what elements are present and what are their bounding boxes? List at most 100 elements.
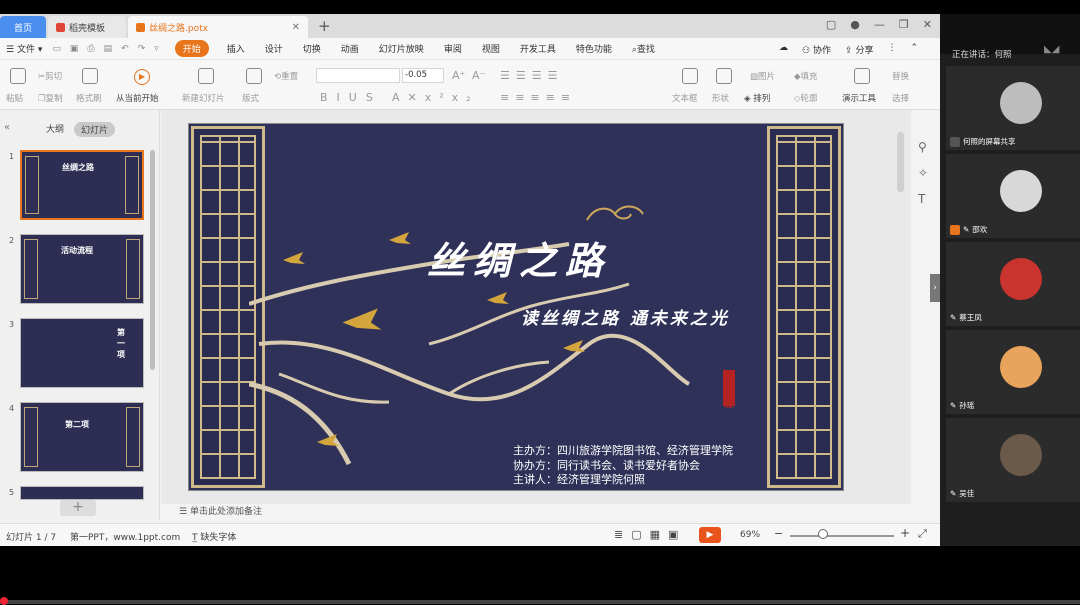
slide-credits[interactable]: 主办方：四川旅游学院图书馆、经济管理学院 协办方：同行读书会、读书爱好者协会 主… bbox=[513, 444, 733, 488]
format-painter-icon[interactable] bbox=[82, 68, 98, 84]
participant-tile[interactable]: 何照的屏幕共享 bbox=[946, 66, 1080, 150]
canvas-scrollbar[interactable] bbox=[897, 132, 904, 192]
slide-title[interactable]: 丝绸之路 bbox=[427, 230, 611, 285]
undo-icon[interactable]: ↶ bbox=[121, 44, 129, 54]
close-window-icon[interactable]: ✕ bbox=[923, 18, 932, 31]
participant-tile[interactable]: ✎ 孙瑶 bbox=[946, 330, 1080, 414]
participant-tile[interactable]: ✎ 吴佳 bbox=[946, 418, 1080, 502]
tab-home[interactable]: 首页 bbox=[0, 16, 46, 38]
menu-animation[interactable]: 动画 bbox=[341, 42, 359, 55]
zoom-level[interactable]: 69% bbox=[740, 530, 760, 540]
cut-button[interactable]: ✂剪切 bbox=[38, 70, 62, 82]
menu-design[interactable]: 设计 bbox=[265, 42, 283, 55]
zoom-in-icon[interactable]: + bbox=[900, 526, 910, 540]
shapes-icon[interactable] bbox=[716, 68, 732, 84]
slideshow-play-button[interactable]: ▶ bbox=[699, 527, 721, 543]
font-shrink-icon[interactable]: A⁻ bbox=[472, 69, 485, 82]
redo-icon[interactable]: ↷ bbox=[138, 44, 146, 54]
more-options-icon[interactable]: ⋮ bbox=[887, 43, 896, 56]
settings-sliders-icon[interactable]: ⚲ bbox=[918, 140, 927, 154]
picture-button[interactable]: ▨图片 bbox=[750, 70, 775, 82]
notes-area[interactable]: ☰ 单击此处添加备注 bbox=[161, 504, 911, 520]
play-icon[interactable]: ▶ bbox=[134, 69, 150, 85]
play-from-current-button[interactable]: 从当前开始 bbox=[116, 92, 159, 104]
video-progress-bar[interactable] bbox=[0, 600, 1080, 604]
preview-icon[interactable]: ▤ bbox=[104, 44, 113, 54]
present-tools-icon[interactable] bbox=[854, 68, 870, 84]
paste-button[interactable]: 粘贴 bbox=[6, 92, 23, 104]
zoom-slider-handle[interactable] bbox=[818, 529, 828, 539]
menu-insert[interactable]: 插入 bbox=[227, 42, 245, 55]
menu-view[interactable]: 视图 bbox=[482, 42, 500, 55]
tab-outline[interactable]: 大纲 bbox=[46, 122, 64, 135]
zoom-out-icon[interactable]: − bbox=[774, 527, 783, 540]
print-icon[interactable]: ⎙ bbox=[87, 44, 94, 54]
paragraph-icons[interactable]: ☰☰☰☰ bbox=[500, 69, 563, 82]
select-button[interactable]: 选择 bbox=[892, 92, 909, 104]
maximize-icon[interactable]: ❐ bbox=[899, 18, 909, 31]
slide-thumbnail-2[interactable]: 活动流程 bbox=[20, 234, 144, 304]
textbox-button[interactable]: 文本框 bbox=[672, 92, 698, 104]
new-slide-button[interactable]: 新建幻灯片 bbox=[182, 92, 225, 104]
participant-tile[interactable]: ✎ 蔡王凤 bbox=[946, 242, 1080, 326]
textbox-icon[interactable] bbox=[682, 68, 698, 84]
font-name-select[interactable] bbox=[316, 68, 400, 83]
layout-button[interactable]: 版式 bbox=[242, 92, 259, 104]
font-size-select[interactable]: -0.05 bbox=[402, 68, 444, 83]
format-painter-button[interactable]: 格式刷 bbox=[76, 92, 102, 104]
pin-icon[interactable]: ✧ bbox=[918, 166, 928, 180]
align-icons[interactable]: ≡≡≡≡≡ bbox=[500, 91, 576, 104]
tile-icon[interactable]: ▢ bbox=[826, 18, 836, 31]
new-tab-button[interactable]: + bbox=[318, 16, 331, 38]
fill-button[interactable]: ◆填充 bbox=[794, 70, 818, 82]
minimize-icon[interactable]: — bbox=[874, 18, 885, 31]
add-slide-button[interactable]: + bbox=[60, 500, 96, 516]
menu-search[interactable]: ⌕查找 bbox=[632, 42, 655, 55]
collapse-panel-icon[interactable]: « bbox=[4, 122, 10, 133]
user-avatar-icon[interactable]: ● bbox=[850, 18, 860, 31]
shapes-button[interactable]: 形状 bbox=[712, 92, 729, 104]
menu-review[interactable]: 审阅 bbox=[444, 42, 462, 55]
missing-font-button[interactable]: T̲ 缺失字体 bbox=[192, 530, 236, 543]
folder-icon[interactable]: ▭ bbox=[52, 44, 61, 54]
present-tools-button[interactable]: 演示工具 bbox=[842, 92, 876, 104]
menu-file[interactable]: ☰ 文件 ▾ bbox=[6, 42, 42, 55]
slide-thumbnail-3[interactable]: 第一项 bbox=[20, 318, 144, 388]
menu-features[interactable]: 特色功能 bbox=[576, 42, 612, 55]
menu-slideshow[interactable]: 幻灯片放映 bbox=[379, 42, 424, 55]
collaborate-button[interactable]: ⚇ 协作 bbox=[802, 43, 831, 56]
video-progress-handle[interactable] bbox=[0, 597, 8, 605]
menu-transition[interactable]: 切换 bbox=[303, 42, 321, 55]
paste-icon[interactable] bbox=[10, 68, 26, 84]
expand-panel-icon[interactable]: › bbox=[930, 274, 940, 302]
fit-window-icon[interactable]: ⤢ bbox=[918, 527, 927, 541]
slide-subtitle[interactable]: 读丝绸之路 通未来之光 bbox=[521, 304, 730, 329]
text-format-icons[interactable]: BIUS bbox=[320, 91, 382, 104]
more-icon[interactable]: ▿ bbox=[154, 44, 159, 54]
view-mode-icons[interactable]: ≣▢▦▣ bbox=[614, 528, 686, 541]
close-tab-icon[interactable]: ✕ bbox=[292, 22, 300, 33]
tab-slides[interactable]: 幻灯片 bbox=[74, 122, 116, 137]
cloud-icon[interactable]: ☁ bbox=[779, 43, 788, 56]
font-grow-icon[interactable]: A⁺ bbox=[452, 69, 465, 82]
outline-button[interactable]: ◇轮廓 bbox=[794, 92, 818, 104]
slide-thumbnail-1[interactable]: 丝绸之路 bbox=[20, 150, 144, 220]
slide-1[interactable]: 丝绸之路 读丝绸之路 通未来之光 主办方：四川旅游学院图书馆、经济管理学院 协办… bbox=[188, 123, 844, 491]
text-effect-icons[interactable]: A✕x²x₂ bbox=[392, 91, 479, 104]
zoom-slider[interactable] bbox=[790, 535, 894, 537]
arrange-button[interactable]: ◈ 排列 bbox=[744, 92, 770, 104]
participant-tile[interactable]: ✎ 邵欢 bbox=[946, 154, 1080, 238]
replace-button[interactable]: 替换 bbox=[892, 70, 909, 82]
save-icon[interactable]: ▣ bbox=[70, 44, 79, 54]
menu-developer[interactable]: 开发工具 bbox=[520, 42, 556, 55]
slide-thumbnail-5[interactable] bbox=[20, 486, 144, 500]
new-slide-icon[interactable] bbox=[198, 68, 214, 84]
share-button[interactable]: ⇪ 分享 bbox=[845, 43, 873, 56]
reset-button[interactable]: ⟲重置 bbox=[274, 70, 298, 82]
collapse-ribbon-icon[interactable]: ⌃ bbox=[910, 43, 918, 56]
panel-scrollbar[interactable] bbox=[150, 150, 155, 370]
tab-document[interactable]: 丝绸之路.potx ✕ bbox=[128, 16, 308, 38]
layout-icon[interactable] bbox=[246, 68, 262, 84]
copy-button[interactable]: ❐复制 bbox=[38, 92, 63, 104]
menu-home[interactable]: 开始 bbox=[174, 40, 209, 57]
